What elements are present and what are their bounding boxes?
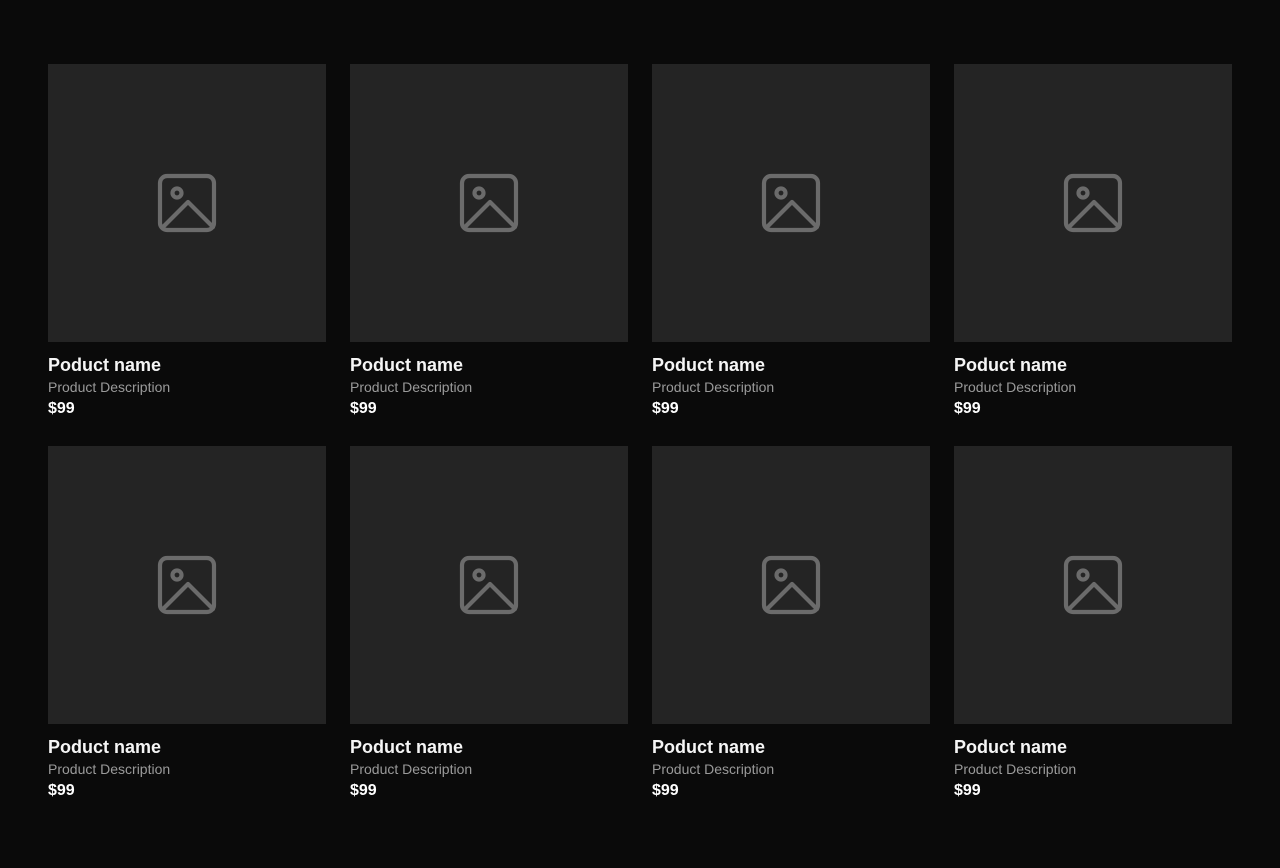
product-image[interactable] (48, 446, 326, 724)
product-card[interactable]: Poduct name Product Description $99 (652, 446, 930, 802)
product-price: $99 (652, 782, 679, 799)
product-description: Product Description (48, 379, 171, 395)
product-card[interactable]: Poduct name Product Description $99 (48, 64, 326, 420)
product-name[interactable]: Poduct name (652, 736, 930, 758)
product-card[interactable]: Poduct name Product Description $99 (48, 446, 326, 802)
product-image[interactable] (652, 446, 930, 724)
product-price: $99 (954, 782, 981, 799)
product-price: $99 (48, 400, 75, 417)
product-name[interactable]: Poduct name (48, 354, 326, 376)
product-name[interactable]: Poduct name (652, 354, 930, 376)
product-name[interactable]: Poduct name (954, 354, 1232, 376)
product-image[interactable] (48, 64, 326, 342)
image-placeholder-icon (761, 173, 821, 233)
product-description: Product Description (48, 761, 171, 777)
image-placeholder-icon (1063, 173, 1123, 233)
image-placeholder-icon (157, 555, 217, 615)
product-grid: Poduct name Product Description $99 Podu… (48, 64, 1232, 802)
product-price: $99 (350, 782, 377, 799)
product-description: Product Description (350, 761, 473, 777)
image-placeholder-icon (157, 173, 217, 233)
product-description: Product Description (954, 379, 1077, 395)
product-name[interactable]: Poduct name (954, 736, 1232, 758)
product-description: Product Description (954, 761, 1077, 777)
product-name[interactable]: Poduct name (48, 736, 326, 758)
product-price: $99 (350, 400, 377, 417)
product-card[interactable]: Poduct name Product Description $99 (652, 64, 930, 420)
product-name[interactable]: Poduct name (350, 354, 628, 376)
product-price: $99 (652, 400, 679, 417)
product-price: $99 (48, 782, 75, 799)
product-description: Product Description (652, 379, 775, 395)
product-image[interactable] (350, 446, 628, 724)
product-price: $99 (954, 400, 981, 417)
image-placeholder-icon (459, 555, 519, 615)
product-image[interactable] (652, 64, 930, 342)
product-card[interactable]: Poduct name Product Description $99 (350, 64, 628, 420)
product-card[interactable]: Poduct name Product Description $99 (954, 446, 1232, 802)
product-image[interactable] (954, 446, 1232, 724)
product-name[interactable]: Poduct name (350, 736, 628, 758)
image-placeholder-icon (459, 173, 519, 233)
product-image[interactable] (350, 64, 628, 342)
image-placeholder-icon (761, 555, 821, 615)
product-description: Product Description (350, 379, 473, 395)
product-image[interactable] (954, 64, 1232, 342)
product-description: Product Description (652, 761, 775, 777)
image-placeholder-icon (1063, 555, 1123, 615)
product-card[interactable]: Poduct name Product Description $99 (350, 446, 628, 802)
product-card[interactable]: Poduct name Product Description $99 (954, 64, 1232, 420)
